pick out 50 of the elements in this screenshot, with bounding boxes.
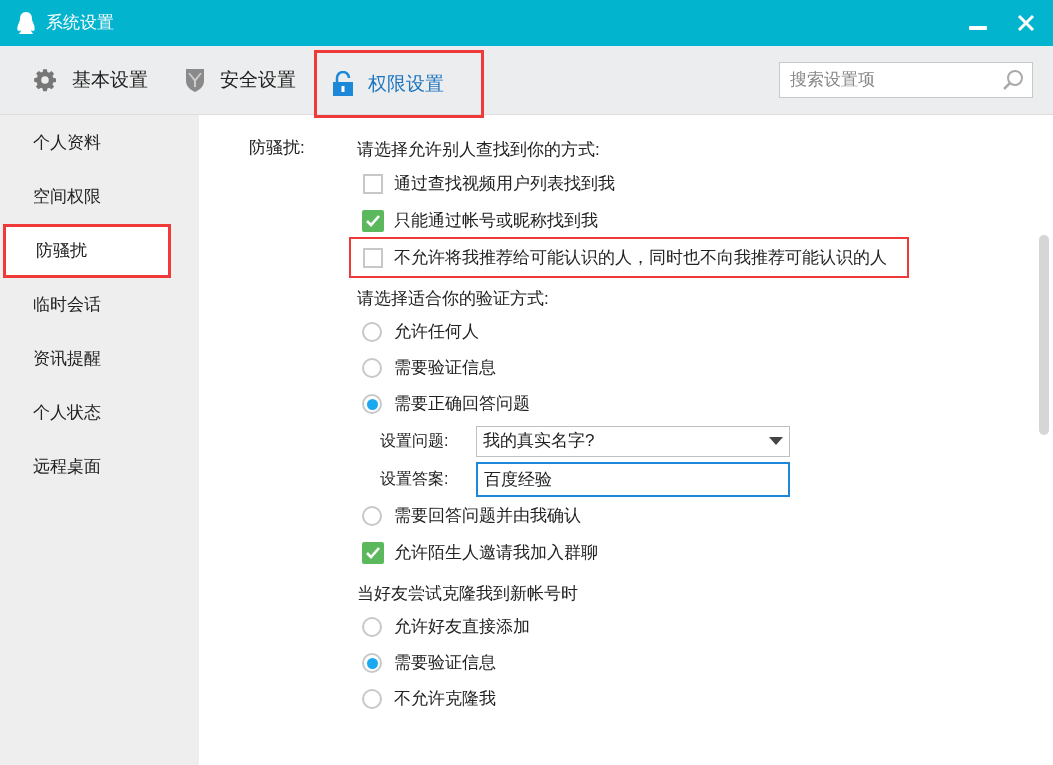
tab[interactable]: 安全设置	[166, 46, 314, 114]
checkbox-label: 不允许将我推荐给可能认识的人，同时也不向我推荐可能认识的人	[394, 246, 887, 269]
radio-label: 需要验证信息	[394, 357, 496, 380]
sidebar-item[interactable]: 个人状态	[0, 386, 199, 440]
radio-label: 不允许克隆我	[394, 688, 496, 711]
group-heading: 当好友尝试克隆我到新帐号时	[357, 583, 579, 606]
gear-icon	[32, 67, 58, 93]
radio-label: 允许好友直接添加	[394, 616, 530, 639]
question-dropdown[interactable]: 我的真实名字?	[476, 425, 790, 457]
checkbox[interactable]	[363, 173, 383, 194]
radio-button[interactable]	[362, 358, 382, 378]
radio-label: 允许任何人	[394, 321, 479, 344]
section-label: 防骚扰:	[249, 137, 306, 159]
sidebar-item[interactable]: 远程桌面	[0, 440, 199, 494]
tab[interactable]: 权限设置	[314, 50, 484, 118]
sidebar-item[interactable]: 防骚扰	[3, 224, 171, 278]
sidebar-item[interactable]: 临时会话	[0, 278, 199, 332]
checkbox[interactable]	[362, 209, 384, 232]
radio-label: 需要回答问题并由我确认	[394, 505, 581, 528]
field-label: 设置答案:	[380, 469, 450, 489]
caret-icon	[769, 437, 783, 445]
radio-button[interactable]	[362, 653, 382, 673]
checkbox[interactable]	[362, 541, 384, 564]
shield-icon	[184, 67, 206, 93]
radio-button[interactable]	[362, 689, 382, 709]
close-button[interactable]	[1015, 12, 1037, 34]
radio-button[interactable]	[362, 506, 382, 526]
checkbox-label: 只能通过帐号或昵称找到我	[394, 209, 598, 232]
radio-button[interactable]	[362, 617, 382, 637]
penguin-icon	[16, 11, 36, 35]
radio-button[interactable]	[362, 394, 382, 414]
radio-label: 需要正确回答问题	[394, 393, 530, 416]
checkbox[interactable]	[363, 247, 383, 268]
group-heading: 请选择适合你的验证方式:	[357, 288, 550, 311]
radio-button[interactable]	[362, 322, 382, 342]
window-title: 系统设置	[46, 12, 114, 35]
field-label: 设置问题:	[380, 431, 450, 451]
search-icon	[1001, 68, 1025, 92]
sidebar-item[interactable]: 个人资料	[0, 116, 199, 170]
search-field[interactable]: 搜索设置项	[779, 62, 1033, 98]
group-heading: 请选择允许别人查找到你的方式:	[357, 139, 601, 162]
lock-icon	[332, 71, 354, 97]
checkbox-label: 允许陌生人邀请我加入群聊	[394, 541, 598, 564]
checkbox-label: 通过查找视频用户列表找到我	[394, 172, 615, 195]
answer-field[interactable]: 百度经验	[476, 461, 790, 497]
sidebar-item[interactable]: 空间权限	[0, 170, 199, 224]
sidebar-item[interactable]: 资讯提醒	[0, 332, 199, 386]
scrollbar[interactable]	[1039, 235, 1049, 435]
tab[interactable]: 基本设置	[14, 46, 166, 114]
radio-label: 需要验证信息	[394, 652, 496, 675]
